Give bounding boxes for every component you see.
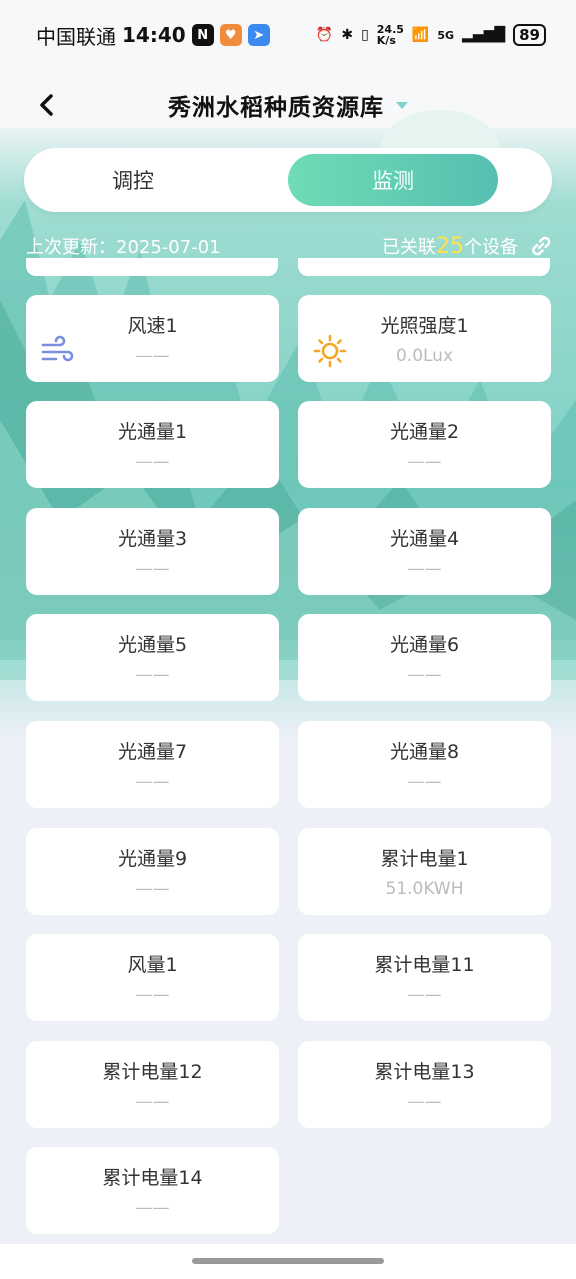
sensor-value: —— <box>135 985 170 1005</box>
sensor-value: —— <box>407 559 442 579</box>
sensor-value: —— <box>407 665 442 685</box>
network-speed-unit: K/s <box>376 34 396 47</box>
sensor-value: —— <box>135 559 170 579</box>
alarm-icon: ⏰ <box>315 27 334 43</box>
sensor-value: 51.0KWH <box>385 879 464 899</box>
sensor-card[interactable]: 累计电量12 —— <box>26 1041 279 1128</box>
sensor-card[interactable]: 累计电量13 —— <box>298 1041 551 1128</box>
mode-segmented-control: 调控 监测 <box>24 148 552 212</box>
tab-monitor[interactable]: 监测 <box>288 154 498 206</box>
sensor-label: 风量1 <box>127 954 178 976</box>
sensor-value: —— <box>135 1198 170 1218</box>
sensor-label: 累计电量1 <box>380 848 469 870</box>
chevron-down-icon[interactable] <box>396 101 408 109</box>
bluetooth-icon: ✱ <box>341 27 354 43</box>
sensor-value: —— <box>407 452 442 472</box>
sensor-card[interactable]: 光通量6 —— <box>298 614 551 701</box>
link-icon[interactable] <box>528 233 554 259</box>
sensor-value: —— <box>135 1092 170 1112</box>
sensor-value: —— <box>135 879 170 899</box>
wifi-icon: 📶 <box>411 27 430 43</box>
carrier-name: 中国联通 <box>36 24 116 49</box>
status-left: 中国联通 14:40 N ♥ ➤ <box>36 21 270 50</box>
sensor-card[interactable]: 光通量2 —— <box>298 401 551 488</box>
tab-control[interactable]: 调控 <box>28 154 238 206</box>
sensor-card[interactable]: 风量1 —— <box>26 934 279 1021</box>
sensor-value: —— <box>407 985 442 1005</box>
sensor-card[interactable]: 光通量8 —— <box>298 721 551 808</box>
sensor-card[interactable]: 光通量7 —— <box>26 721 279 808</box>
sensor-label: 累计电量13 <box>374 1061 475 1083</box>
clock: 14:40 <box>122 23 186 47</box>
sensor-label: 累计电量12 <box>102 1061 203 1083</box>
sensor-label: 光通量5 <box>117 634 188 656</box>
linked-devices: 已关联 25 个设备 <box>382 233 554 259</box>
home-indicator-bar <box>0 1244 576 1279</box>
sensor-value: 0.0Lux <box>395 346 454 366</box>
sensor-label: 光通量3 <box>117 528 188 550</box>
sensor-card[interactable]: 累计电量14 —— <box>26 1147 279 1234</box>
sensor-label: 累计电量11 <box>374 954 475 976</box>
status-right: ⏰ ✱ ▯ 24.5 K/s 📶 5G ▂▄▆█ 89 <box>316 24 546 46</box>
sensor-label: 光通量6 <box>389 634 460 656</box>
page-title[interactable]: 秀洲水稻种质资源库 <box>168 88 384 122</box>
status-bar: 中国联通 14:40 N ♥ ➤ ⏰ ✱ ▯ 24.5 K/s 📶 5G ▂▄▆… <box>0 0 576 70</box>
sensor-label: 光通量2 <box>389 421 460 443</box>
home-indicator[interactable] <box>192 1258 384 1264</box>
signal-label: 5G <box>437 28 455 42</box>
sensor-label: 光通量7 <box>117 741 188 763</box>
sensor-label: 光通量8 <box>389 741 460 763</box>
linked-suffix: 个设备 <box>464 237 518 258</box>
sensor-label: 累计电量14 <box>102 1167 203 1189</box>
linked-prefix: 已关联 <box>382 237 436 258</box>
vibrate-icon: ▯ <box>361 27 369 43</box>
signal-bars-icon: ▂▄▆█ <box>462 27 506 43</box>
sensor-value: —— <box>135 452 170 472</box>
sensor-value: —— <box>407 1092 442 1112</box>
navigation-notification-icon: ➤ <box>247 24 270 46</box>
sensor-card[interactable]: 光照强度1 0.0Lux <box>298 295 551 382</box>
network-speed: 24.5 K/s <box>377 24 404 46</box>
sensor-card[interactable]: 光通量5 —— <box>26 614 279 701</box>
sensor-card[interactable]: 风速1 —— <box>26 295 279 382</box>
sensor-label: 光通量9 <box>117 848 188 870</box>
linked-count: 25 <box>436 233 464 259</box>
sensor-label: 光通量4 <box>389 528 460 550</box>
sensor-label: 光通量1 <box>117 421 188 443</box>
sensor-value: —— <box>135 346 170 366</box>
sensor-card[interactable]: 光通量3 —— <box>26 508 279 595</box>
sensor-card[interactable]: 光通量1 —— <box>26 401 279 488</box>
info-row: 上次更新：2025-07-01 已关联 25 个设备 <box>26 228 554 264</box>
app-notification-icon: ♥ <box>219 24 242 46</box>
sensor-value: —— <box>135 665 170 685</box>
sensor-card[interactable]: 光通量4 —— <box>298 508 551 595</box>
last-update-text: 上次更新：2025-07-01 <box>26 237 221 258</box>
sensor-card[interactable]: 光通量9 —— <box>26 828 279 915</box>
app-header: 秀洲水稻种质资源库 <box>0 70 576 140</box>
sensor-card[interactable]: 累计电量1 51.0KWH <box>298 828 551 915</box>
sensor-card[interactable]: 累计电量11 —— <box>298 934 551 1021</box>
sensor-value: —— <box>407 772 442 792</box>
sensor-value: —— <box>135 772 170 792</box>
back-arrow-icon[interactable] <box>32 90 62 120</box>
battery-level: 89 <box>513 24 546 46</box>
nfc-icon: N <box>191 24 214 46</box>
